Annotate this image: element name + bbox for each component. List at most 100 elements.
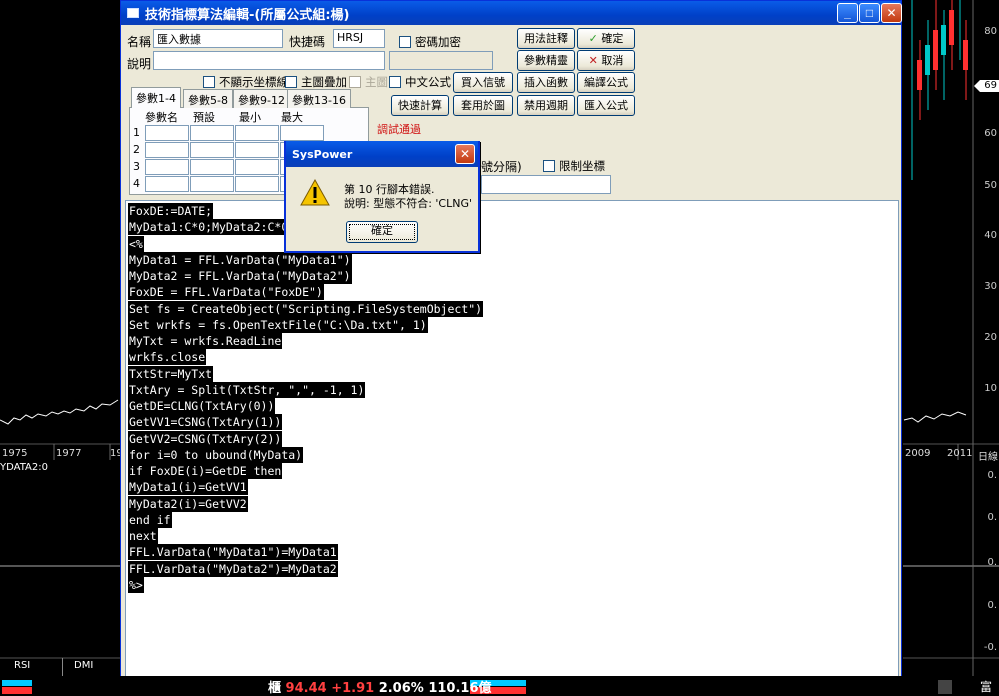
code-line[interactable]: GetDE=CLNG(TxtAry(0)) (128, 398, 276, 414)
market-volume: 110.16億 (428, 681, 492, 696)
main-overlay-label: 主圖疊加 (301, 75, 347, 89)
year-label: 1975 (2, 448, 28, 459)
checkbox-box[interactable] (389, 76, 401, 88)
param-cell[interactable] (235, 142, 279, 158)
axis-range-input[interactable] (481, 175, 611, 194)
disable-period-button[interactable]: 禁用週期 (517, 95, 575, 116)
param-cell[interactable] (190, 176, 234, 192)
grid-header-name: 參數名 (145, 111, 178, 124)
checkbox-box[interactable] (203, 76, 215, 88)
tab-params-13-16[interactable]: 參數13-16 (287, 89, 351, 108)
compile-formula-button[interactable]: 編譯公式 (577, 72, 635, 93)
param-cell[interactable] (190, 159, 234, 175)
code-editor[interactable]: FoxDE:=DATE; MyData1:C*0;MyData2:C*0; <% My… (125, 200, 899, 695)
alert-title: SysPower (292, 147, 353, 161)
param-cell[interactable] (235, 159, 279, 175)
code-line[interactable]: %> (128, 576, 144, 593)
tab-divider (62, 658, 63, 676)
indicator-tab-rsi[interactable]: RSI (14, 660, 30, 671)
alert-ok-button[interactable]: 確定 (346, 221, 418, 243)
compile-status: 調試通過 (377, 123, 421, 136)
code-line[interactable]: MyData1:C*0;MyData2:C*0; (128, 219, 297, 236)
code-line[interactable]: FoxDE:=DATE; (128, 203, 214, 219)
close-x-icon[interactable]: ✕ (881, 3, 902, 23)
param-wizard-button[interactable]: 參數精靈 (517, 50, 575, 71)
code-line[interactable]: <% (128, 235, 144, 252)
code-line[interactable]: wrkfs.close (128, 349, 207, 366)
param-cell[interactable] (280, 125, 324, 141)
apply-to-chart-button[interactable]: 套用於圖 (453, 95, 513, 116)
checkbox-box[interactable] (285, 76, 297, 88)
app-icon (127, 8, 139, 18)
shortcut-label: 快捷碼 (289, 35, 326, 49)
cancel-button[interactable]: ✕ 取消 (577, 50, 635, 71)
year-label: 2009 (905, 448, 931, 459)
buy-signal-button[interactable]: 買入信號 (453, 72, 513, 93)
param-cell[interactable] (235, 125, 279, 141)
confirm-button[interactable]: ✓ 確定 (577, 28, 635, 49)
indicator-tab-dmi[interactable]: DMI (74, 660, 93, 671)
tab-params-1-4[interactable]: 參數1-4 (131, 87, 181, 108)
period-label: 日線 (978, 452, 998, 463)
code-line[interactable]: MyData2 = FFL.VarData("MyData2") (128, 268, 352, 284)
year-label: 2011 (947, 448, 973, 459)
param-cell[interactable] (145, 176, 189, 192)
checkbox-box[interactable] (399, 36, 411, 48)
code-line[interactable]: GetVV2=CSNG(TxtAry(2)) (128, 430, 283, 447)
code-line[interactable]: end if (128, 511, 172, 528)
usage-notes-button[interactable]: 用法註釋 (517, 28, 575, 49)
minimize-icon[interactable]: _ (837, 3, 858, 23)
param-cell[interactable] (145, 125, 189, 141)
maximize-icon[interactable]: □ (859, 3, 880, 23)
quick-calc-button[interactable]: 快速計算 (391, 95, 449, 116)
window-titlebar[interactable]: 技術指標算法編輯-(所屬公式組:楊) _ □ ✕ (121, 1, 902, 25)
param-cell[interactable] (190, 125, 234, 141)
param-cell[interactable] (145, 159, 189, 175)
tab-params-5-8[interactable]: 參數5-8 (183, 89, 233, 108)
param-cell[interactable] (235, 176, 279, 192)
import-formula-button[interactable]: 匯入公式 (577, 95, 635, 116)
insert-function-button[interactable]: 插入函數 (517, 72, 575, 93)
grid-row-number: 2 (133, 143, 140, 156)
axis-tick: 20 (984, 332, 997, 343)
close-x-icon[interactable]: ✕ (455, 144, 475, 164)
tab-params-9-12[interactable]: 參數9-12 (233, 89, 290, 108)
param-cell[interactable] (190, 142, 234, 158)
code-line[interactable]: FFL.VarData("MyData2")=MyData2 (128, 560, 338, 577)
window-title: 技術指標算法編輯-(所屬公式組:楊) (145, 7, 350, 23)
checkmark-icon: ✓ (588, 32, 598, 45)
code-line[interactable]: MyData1 = FFL.VarData("MyData1") (128, 251, 352, 268)
checkbox-box[interactable] (543, 160, 555, 172)
code-line[interactable]: Set wrkfs = fs.OpenTextFile("C:\Da.txt",… (128, 316, 428, 333)
shortcut-input[interactable]: HRSJ (333, 29, 385, 48)
chinese-formula-checkbox[interactable]: 中文公式 (389, 74, 451, 90)
main-overlay-checkbox[interactable]: 主圖疊加 (285, 74, 347, 90)
code-line[interactable]: MyTxt = wrkfs.ReadLine (128, 333, 283, 349)
code-line[interactable]: Set fs = CreateObject("Scripting.FileSys… (128, 300, 484, 317)
name-label: 名稱 (127, 35, 152, 49)
cancel-x-icon: ✕ (588, 54, 598, 67)
code-line[interactable]: TxtAry = Split(TxtStr, ",", -1, 1) (128, 381, 366, 398)
password-checkbox[interactable]: 密碼加密 (399, 34, 461, 50)
code-line[interactable]: MyData1(i)=GetVV1 (128, 479, 248, 496)
code-line[interactable]: next (128, 528, 158, 544)
left-price-line (0, 399, 119, 425)
description-input[interactable] (153, 51, 385, 70)
alert-titlebar[interactable]: SysPower (286, 141, 478, 167)
market-percent: 2.06% (378, 681, 424, 696)
code-line[interactable]: TxtStr=MyTxt (128, 365, 214, 382)
code-line[interactable]: if FoxDE(i)=GetDE then (128, 463, 283, 479)
name-input[interactable]: 匯入數據 (153, 29, 283, 48)
axis-tick: 40 (984, 230, 997, 241)
code-line[interactable]: MyData2(i)=GetVV2 (128, 495, 248, 512)
code-line[interactable]: for i=0 to ubound(MyData) (128, 446, 304, 463)
code-line[interactable]: FFL.VarData("MyData1")=MyData1 (128, 544, 338, 561)
code-line[interactable]: FoxDE = FFL.VarData("FoxDE") (128, 284, 324, 301)
hide-axis-checkbox[interactable]: 不顯示坐標線 (203, 74, 288, 90)
right-price-line (903, 411, 967, 423)
market-quote: 櫃 94.44 +1.91 2.06% 110.16億 (268, 677, 492, 696)
param-cell[interactable] (145, 142, 189, 158)
code-line[interactable]: GetVV1=CSNG(TxtAry(1)) (128, 414, 283, 431)
market-symbol: 櫃 (268, 681, 282, 696)
limit-axis-checkbox[interactable]: 限制坐標 (543, 158, 605, 174)
